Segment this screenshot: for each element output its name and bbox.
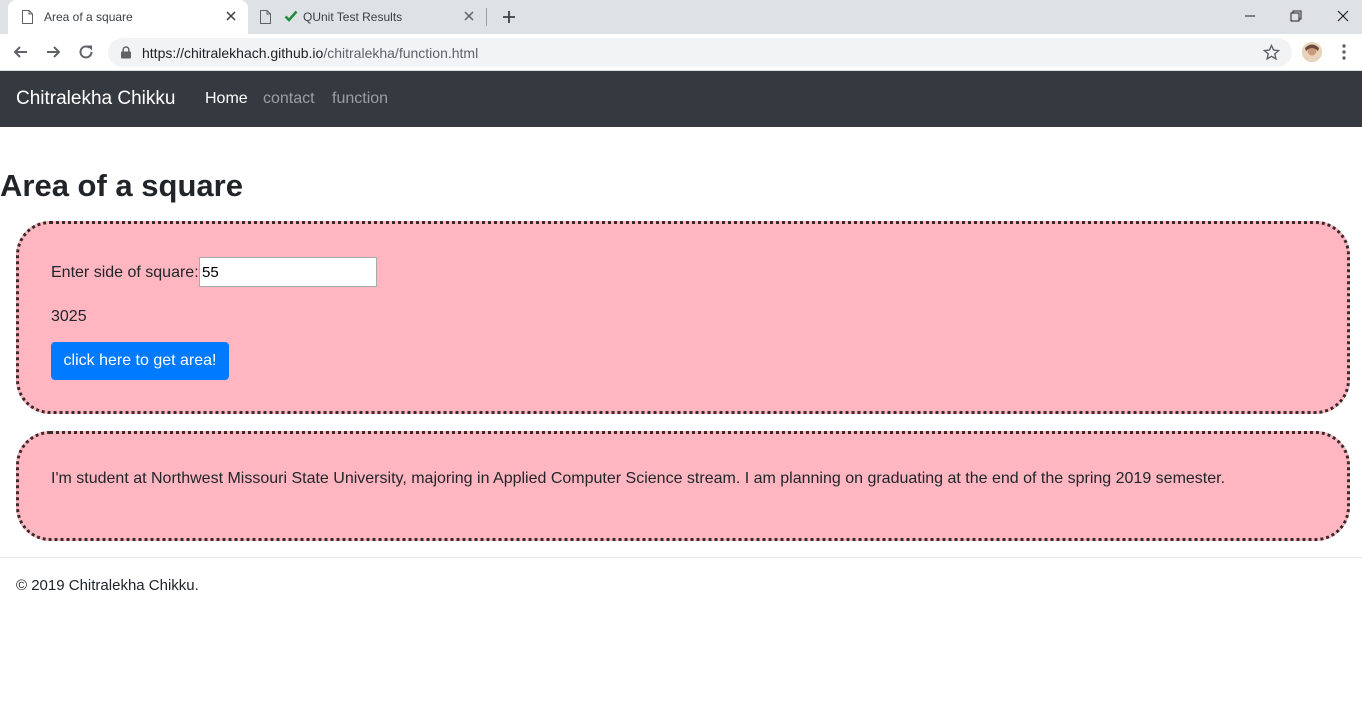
area-calculator-panel: Enter side of square: 3025 click here to…: [16, 221, 1350, 414]
browser-toolbar: https://chitralekhach.github.io/chitrale…: [0, 34, 1362, 71]
site-navbar: Chitralekha Chikku Home contact function: [0, 71, 1362, 127]
footer-copyright: © 2019 Chitralekha Chikku.: [16, 577, 199, 594]
url-text: https://chitralekhach.github.io/chitrale…: [142, 45, 478, 61]
side-input-label: Enter side of square:: [51, 264, 199, 281]
bookmark-star-icon[interactable]: [1263, 44, 1280, 61]
address-bar[interactable]: https://chitralekhach.github.io/chitrale…: [108, 38, 1292, 67]
page-icon: [22, 10, 33, 24]
page-title: Area of a square: [0, 168, 243, 203]
new-tab-icon[interactable]: [500, 8, 518, 26]
check-icon: [284, 10, 298, 22]
reload-icon[interactable]: [76, 42, 96, 62]
about-text: I'm student at Northwest Missouri State …: [51, 470, 1226, 487]
page-icon: [260, 10, 271, 24]
tab-qunit-results[interactable]: QUnit Test Results: [250, 0, 486, 34]
about-panel: I'm student at Northwest Missouri State …: [16, 431, 1350, 541]
minimize-icon[interactable]: [1240, 6, 1260, 26]
profile-avatar[interactable]: [1302, 42, 1322, 62]
avatar-icon: [1302, 42, 1322, 62]
url-path: /chitralekha/function.html: [323, 45, 479, 61]
navbar-brand[interactable]: Chitralekha Chikku: [16, 88, 175, 110]
tab-title: QUnit Test Results: [303, 10, 403, 24]
nav-link-contact[interactable]: contact: [263, 90, 315, 108]
forward-icon[interactable]: [43, 42, 63, 62]
close-tab-icon[interactable]: [224, 9, 238, 23]
lock-icon: [121, 46, 131, 59]
area-result: 3025: [51, 308, 87, 325]
tab-separator: [486, 8, 487, 26]
back-icon[interactable]: [11, 42, 31, 62]
close-tab-icon[interactable]: [462, 9, 476, 23]
nav-link-home[interactable]: Home: [205, 90, 248, 108]
tab-title: Area of a square: [44, 10, 133, 24]
url-host: https://chitralekhach.github.io: [142, 45, 324, 61]
side-input[interactable]: [199, 257, 377, 287]
footer-divider: [0, 557, 1362, 558]
tab-area-of-square[interactable]: Area of a square: [8, 0, 248, 34]
browser-menu-icon[interactable]: [1336, 43, 1352, 61]
browser-tab-strip: Area of a square QUnit Test Results: [0, 0, 1362, 34]
nav-link-function[interactable]: function: [332, 90, 388, 108]
get-area-button[interactable]: click here to get area!: [51, 342, 229, 380]
restore-icon[interactable]: [1286, 6, 1306, 26]
close-window-icon[interactable]: [1333, 6, 1353, 26]
